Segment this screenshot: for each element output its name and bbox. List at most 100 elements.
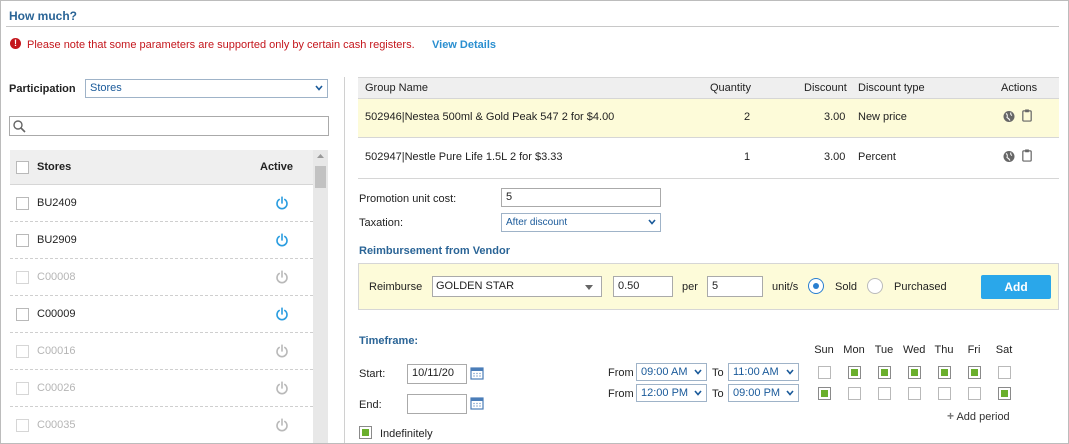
store-checkbox[interactable] — [16, 234, 29, 247]
store-search-input[interactable] — [9, 116, 329, 136]
day-checkbox-mon[interactable] — [848, 387, 861, 400]
day-checkbox-sun[interactable] — [818, 387, 831, 400]
add-reimbursement-button[interactable]: Add — [981, 275, 1051, 299]
end-label: End: — [359, 399, 382, 411]
group-name-column-header: Group Name — [365, 82, 428, 94]
to-time-select[interactable]: 11:00 AM — [728, 363, 799, 381]
power-icon[interactable] — [275, 344, 289, 358]
power-icon[interactable] — [275, 233, 289, 247]
page-title: How much? — [9, 9, 77, 23]
day-thu: Thu — [934, 344, 954, 356]
from-time-value: 09:00 AM — [641, 366, 688, 378]
reimburse-label: Reimburse — [369, 281, 423, 293]
title-divider — [6, 26, 1059, 27]
day-checkbox-mon[interactable] — [848, 366, 861, 379]
list-item[interactable]: C00035 — [10, 407, 313, 443]
list-item[interactable]: C00008 — [10, 259, 313, 296]
list-item[interactable]: BU2409 — [10, 185, 313, 222]
quantity-cell: 2 — [744, 111, 751, 123]
discount-column-header: Discount — [804, 82, 847, 94]
day-sun: Sun — [814, 344, 834, 356]
day-checkbox-sun[interactable] — [818, 366, 831, 379]
day-checkbox-fri[interactable] — [968, 387, 981, 400]
store-checkbox[interactable] — [16, 308, 29, 321]
clipboard-icon[interactable] — [1021, 109, 1033, 122]
power-icon[interactable] — [275, 307, 289, 321]
calendar-icon[interactable] — [470, 396, 484, 410]
store-name: C00016 — [37, 345, 76, 357]
sold-label: Sold — [835, 281, 858, 293]
to-time-select[interactable]: 09:00 PM — [728, 384, 799, 402]
to-label: To — [712, 388, 724, 400]
store-name: C00008 — [37, 271, 76, 283]
day-checkbox-fri[interactable] — [968, 366, 981, 379]
from-time-value: 12:00 PM — [641, 387, 689, 399]
sold-radio[interactable] — [808, 278, 824, 294]
chevron-down-icon — [786, 369, 794, 375]
store-checkbox[interactable] — [16, 271, 29, 284]
day-checkbox-tue[interactable] — [878, 387, 891, 400]
view-details-link[interactable]: View Details — [432, 39, 496, 51]
day-wed: Wed — [903, 344, 926, 356]
store-name: C00009 — [37, 308, 76, 320]
to-time-value: 11:00 AM — [733, 366, 779, 378]
store-checkbox[interactable] — [16, 197, 29, 210]
clipboard-icon[interactable] — [1021, 149, 1033, 162]
store-checkbox[interactable] — [16, 382, 29, 395]
day-fri: Fri — [967, 344, 981, 356]
active-column-header: Active — [260, 161, 294, 173]
reimbursement-title: Reimbursement from Vendor — [359, 245, 510, 257]
from-time-select[interactable]: 09:00 AM — [636, 363, 707, 381]
power-icon[interactable] — [275, 270, 289, 284]
select-all-checkbox[interactable] — [16, 161, 29, 174]
power-icon[interactable] — [275, 381, 289, 395]
globe-icon[interactable] — [1003, 110, 1015, 123]
scroll-thumb[interactable] — [315, 166, 326, 188]
to-time-value: 09:00 PM — [733, 387, 781, 399]
calendar-icon[interactable] — [470, 366, 484, 380]
chevron-down-icon — [648, 219, 656, 225]
day-checkbox-sat[interactable] — [998, 387, 1011, 400]
day-checkbox-thu[interactable] — [938, 387, 951, 400]
stores-column-header: Stores — [37, 161, 72, 173]
purchased-radio[interactable] — [867, 278, 883, 294]
store-checkbox[interactable] — [16, 345, 29, 358]
end-date-input[interactable] — [407, 394, 467, 414]
taxation-select[interactable]: After discount — [501, 213, 661, 232]
start-date-input[interactable]: 10/11/20 — [407, 364, 467, 384]
power-icon[interactable] — [275, 418, 289, 432]
discount-cell: 3.00 — [824, 111, 846, 123]
list-item[interactable]: C00026 — [10, 370, 313, 407]
promotion-unit-cost-input[interactable]: 5 — [501, 188, 661, 207]
chevron-down-icon — [786, 390, 794, 396]
units-input[interactable]: 5 — [707, 276, 763, 297]
store-checkbox[interactable] — [16, 419, 29, 432]
stores-scrollbar[interactable] — [313, 150, 328, 443]
day-checkbox-sat[interactable] — [998, 366, 1011, 379]
participation-label: Participation — [9, 83, 76, 95]
from-time-select[interactable]: 12:00 PM — [636, 384, 707, 402]
add-period-button[interactable]: + Add period — [947, 409, 1010, 423]
reimburse-amount-input[interactable]: 0.50 — [613, 276, 673, 297]
day-checkbox-thu[interactable] — [938, 366, 951, 379]
indefinitely-checkbox[interactable] — [359, 426, 372, 439]
group-name-cell: 502946|Nestea 500ml & Gold Peak 547 2 fo… — [365, 111, 615, 123]
day-checkbox-wed[interactable] — [908, 387, 921, 400]
participation-select[interactable]: Stores — [85, 79, 328, 98]
table-row[interactable]: 502946|Nestea 500ml & Gold Peak 547 2 fo… — [358, 99, 1059, 138]
add-period-label: Add period — [956, 411, 1010, 423]
day-mon: Mon — [843, 344, 865, 356]
list-item[interactable]: C00016 — [10, 333, 313, 370]
table-row[interactable]: 502947|Nestle Pure Life 1.5L 2 for $3.33… — [358, 138, 1059, 179]
day-sat: Sat — [995, 344, 1013, 356]
to-label: To — [712, 367, 724, 379]
list-item[interactable]: C00009 — [10, 296, 313, 333]
purchased-label: Purchased — [894, 281, 947, 293]
day-checkbox-tue[interactable] — [878, 366, 891, 379]
discount-type-cell: New price — [858, 111, 907, 123]
power-icon[interactable] — [275, 196, 289, 210]
vendor-select[interactable]: GOLDEN STAR — [432, 276, 602, 297]
globe-icon[interactable] — [1003, 150, 1015, 163]
list-item[interactable]: BU2909 — [10, 222, 313, 259]
day-checkbox-wed[interactable] — [908, 366, 921, 379]
